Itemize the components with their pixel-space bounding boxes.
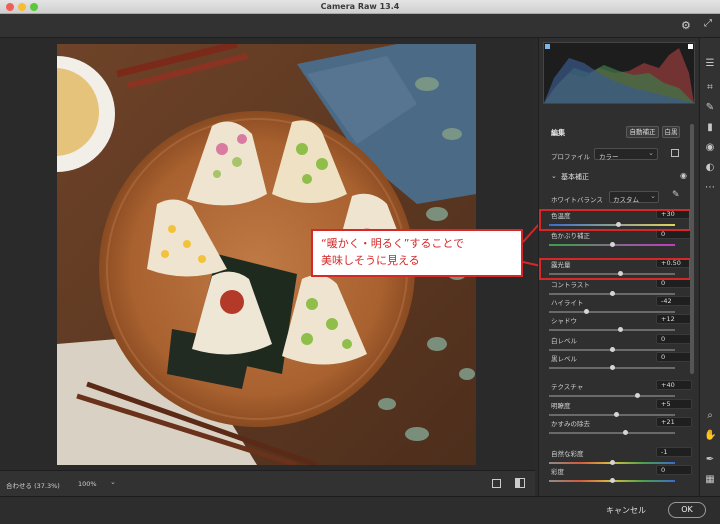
slider-thumb[interactable] — [613, 412, 619, 417]
slider-thumb[interactable] — [610, 478, 615, 483]
slider-thumb[interactable] — [617, 327, 623, 332]
exposure-highlight — [539, 258, 691, 280]
slider-value-field[interactable]: -42 — [656, 296, 692, 306]
section-chevron-icon[interactable]: ⌄ — [551, 172, 557, 180]
red-eye-icon[interactable]: ◉ — [704, 142, 716, 154]
slider-label: テクスチャ — [551, 383, 584, 391]
dialog-footer: キャンセル OK — [0, 496, 720, 524]
temperature-highlight — [539, 209, 691, 231]
zoom-bar: 合わせる (37.3%) 100% ⌄ — [0, 470, 535, 496]
fullscreen-icon[interactable]: ⤢ — [704, 18, 712, 29]
grid-icon[interactable]: ▦ — [704, 474, 716, 486]
white-balance-value: カスタム — [613, 196, 639, 204]
slider-thumb[interactable] — [583, 309, 589, 314]
basic-section-title[interactable]: 基本補正 — [561, 172, 589, 182]
window-title: Camera Raw 13.4 — [320, 2, 400, 11]
heal-brush-icon[interactable]: ✎ — [704, 102, 716, 114]
profile-value: カラー — [599, 153, 619, 161]
zoom-fit-select[interactable]: 合わせる (37.3%) — [6, 480, 60, 490]
slider-thumb[interactable] — [610, 365, 615, 370]
slider-thumb[interactable] — [635, 393, 641, 398]
slider-label: シャドウ — [551, 317, 577, 325]
eyedropper-icon[interactable]: ✎ — [672, 190, 680, 200]
slider-thumb[interactable] — [610, 460, 615, 465]
slider-track[interactable] — [549, 478, 675, 483]
slider-track[interactable] — [549, 430, 675, 435]
view-mode-icon[interactable] — [492, 479, 501, 488]
title-bar: Camera Raw 13.4 — [0, 0, 720, 14]
before-after-icon[interactable] — [515, 478, 525, 488]
slider-track[interactable] — [549, 242, 675, 247]
slider-label: 色かぶり補正 — [551, 232, 590, 240]
slider-value-field[interactable]: 0 — [656, 465, 692, 475]
white-balance-select[interactable]: カスタム ⌄ — [609, 191, 659, 204]
zoom-100-button[interactable]: 100% — [78, 480, 97, 488]
slider-track[interactable] — [549, 393, 675, 398]
slider-label: 明瞭度 — [551, 402, 571, 410]
color-sampler-icon[interactable]: ✒ — [704, 454, 716, 466]
slider-value-field[interactable]: +5 — [656, 399, 692, 409]
white-balance-label: ホワイトバランス — [551, 196, 603, 204]
top-toolbar: ⚙ ⤢ — [0, 14, 720, 38]
chevron-down-icon: ⌄ — [648, 149, 654, 157]
profile-select[interactable]: カラー ⌄ — [594, 148, 658, 161]
zoom-tool-icon[interactable]: ⌕ — [704, 410, 716, 422]
profile-browser-icon[interactable] — [671, 149, 679, 157]
slider-track[interactable] — [549, 365, 675, 370]
slider-track[interactable] — [549, 347, 675, 352]
slider-track[interactable] — [549, 460, 675, 465]
annotation-line-2: 美味しそうに見える — [321, 254, 420, 267]
slider-label: 彩度 — [551, 468, 564, 476]
slider-value-field[interactable]: 0 — [656, 352, 692, 362]
chevron-down-icon: ⌄ — [650, 192, 656, 200]
slider-label: 黒レベル — [551, 355, 577, 363]
slider-track[interactable] — [549, 412, 675, 417]
slider-value-field[interactable]: -1 — [656, 447, 692, 457]
highlight-clip-icon[interactable] — [688, 44, 693, 49]
crop-icon[interactable]: ⌗ — [704, 82, 716, 94]
slider-thumb[interactable] — [610, 347, 615, 352]
slider-label: 自然な彩度 — [551, 450, 584, 458]
annotation-callout: “暖かく・明るく”することで 美味しそうに見える — [311, 229, 523, 277]
slider-track[interactable] — [549, 291, 675, 296]
auto-button[interactable]: 自動補正 — [626, 126, 659, 138]
slider-track[interactable] — [549, 327, 675, 332]
hand-tool-icon[interactable]: ✋ — [704, 430, 716, 442]
panel-scrollbar[interactable] — [690, 124, 694, 374]
slider-value-field[interactable]: +12 — [656, 314, 692, 324]
slider-label: コントラスト — [551, 281, 590, 289]
histogram-graph — [544, 48, 694, 103]
slider-label: ハイライト — [551, 299, 584, 307]
annotation-line-1: “暖かく・明るく”することで — [321, 237, 465, 250]
more-options-icon[interactable]: ⋯ — [704, 182, 716, 194]
edit-sliders-icon[interactable]: ☰ — [704, 58, 716, 70]
slider-label: かすみの除去 — [551, 420, 590, 428]
slider-thumb[interactable] — [610, 291, 615, 296]
visibility-eye-icon[interactable]: ◉ — [680, 171, 687, 180]
cancel-button[interactable]: キャンセル — [606, 505, 646, 516]
mask-icon[interactable]: ▮ — [704, 122, 716, 134]
presets-icon[interactable]: ◐ — [704, 162, 716, 174]
shadow-clip-icon[interactable] — [545, 44, 550, 49]
slider-thumb[interactable] — [622, 430, 628, 435]
tool-rail: ☰ ⌗ ✎ ▮ ◉ ◐ ⋯ ⌕ ✋ ✒ ▦ — [699, 38, 720, 496]
ok-button[interactable]: OK — [668, 502, 706, 518]
slider-value-field[interactable]: 0 — [656, 334, 692, 344]
slider-value-field[interactable]: +21 — [656, 417, 692, 427]
slider-label: 白レベル — [551, 337, 577, 345]
slider-thumb[interactable] — [610, 242, 615, 247]
settings-gear-icon[interactable]: ⚙ — [681, 19, 691, 32]
slider-track[interactable] — [549, 309, 675, 314]
slider-value-field[interactable]: +40 — [656, 380, 692, 390]
edit-heading: 編集 — [551, 129, 565, 137]
profile-label: プロファイル — [551, 153, 590, 161]
zoom-chevron-icon[interactable]: ⌄ — [110, 478, 116, 486]
bw-button[interactable]: 白黒 — [662, 126, 680, 138]
histogram — [543, 42, 695, 104]
